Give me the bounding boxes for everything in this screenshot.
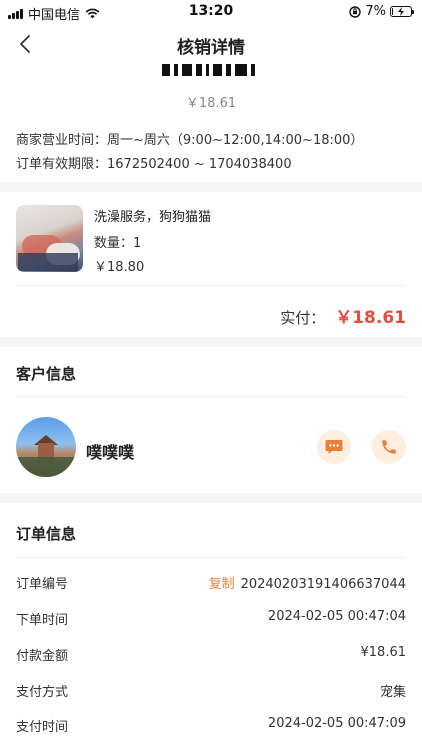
validity-label: 订单有效期限： [16, 157, 108, 172]
product-quantity: 数量：1 [94, 236, 142, 251]
rotation-lock-icon [349, 5, 362, 18]
paid-value: ￥18.61 [335, 308, 406, 328]
divider [16, 557, 406, 558]
battery-percent: 7% [365, 4, 386, 19]
order-price: ￥18.61 [185, 96, 237, 111]
message-button[interactable] [317, 430, 351, 464]
business-hours: 商家营业时间：周一~周六（9:00~12:00,14:00~18:00） [16, 129, 363, 148]
copy-button[interactable]: 复制 [209, 577, 235, 592]
validity-value: 1672502400 ~ 1704038400 [107, 157, 292, 172]
battery-icon [390, 6, 414, 17]
status-bar: 中国电信 13:20 7% [0, 0, 422, 24]
order-time-row: 下单时间 2024-02-05 00:47:04 [16, 609, 406, 629]
payment-amount-value: ¥18.61 [360, 645, 407, 660]
customer-card: 客户信息 噗噗噗 [0, 347, 422, 493]
screen: 中国电信 13:20 7% 核销详情 ￥18.61 商家营业时间：周一~周六（9… [0, 0, 422, 750]
battery-tip [412, 10, 414, 14]
verification-code-image [160, 64, 260, 76]
paid-label: 实付： [280, 309, 326, 327]
order-number-label: 订单编号 [16, 577, 69, 592]
customer-name: 噗噗噗 [86, 443, 135, 462]
customer-section-title: 客户信息 [16, 365, 77, 383]
avatar [16, 417, 76, 477]
chat-bubble-icon [325, 440, 343, 454]
validity-period: 订单有效期限：1672502400 ~ 1704038400 [16, 153, 292, 172]
product-card: 洗澡服务，狗狗猫猫 数量：1 ￥18.80 实付： ￥18.61 [0, 192, 422, 337]
page-title: 核销详情 [177, 38, 245, 58]
verification-card: ￥18.61 商家营业时间：周一~周六（9:00~12:00,14:00~18:… [0, 64, 422, 182]
product-name: 洗澡服务，狗狗猫猫 [94, 210, 212, 225]
product-price: ￥18.80 [94, 260, 145, 275]
payment-method-label: 支付方式 [16, 685, 69, 700]
business-hours-value: 周一~周六（9:00~12:00,14:00~18:00） [107, 133, 364, 148]
nav-bar: 核销详情 [0, 24, 422, 64]
payment-method-row: 支付方式 宠集 [16, 681, 406, 701]
paid-amount: 实付： ￥18.61 [280, 303, 406, 328]
order-info-card: 订单信息 订单编号 复制 20240203191406637044 下单时间 20… [0, 503, 422, 750]
payment-time-value: 2024-02-05 00:47:09 [267, 716, 406, 731]
order-number-row: 订单编号 复制 20240203191406637044 [16, 573, 406, 593]
payment-time-label: 支付时间 [16, 720, 69, 735]
payment-time-row: 支付时间 2024-02-05 00:47:09 [16, 716, 406, 736]
product-thumbnail[interactable] [16, 205, 83, 272]
phone-icon [382, 440, 396, 454]
status-right: 7% [349, 4, 414, 19]
divider [16, 396, 406, 397]
payment-amount-row: 付款金额 ¥18.61 [16, 645, 406, 665]
charging-icon [398, 7, 404, 16]
battery-fill [392, 8, 393, 15]
business-hours-label: 商家营业时间： [16, 133, 108, 148]
order-section-title: 订单信息 [16, 525, 77, 543]
order-time-value: 2024-02-05 00:47:04 [267, 609, 406, 624]
order-time-label: 下单时间 [16, 613, 69, 628]
order-number-value: 20240203191406637044 [240, 577, 406, 592]
payment-amount-label: 付款金额 [16, 649, 69, 664]
call-button[interactable] [372, 430, 406, 464]
order-number-value-wrap: 复制 20240203191406637044 [209, 573, 406, 592]
payment-method-value: 宠集 [379, 685, 406, 700]
divider [16, 285, 406, 286]
